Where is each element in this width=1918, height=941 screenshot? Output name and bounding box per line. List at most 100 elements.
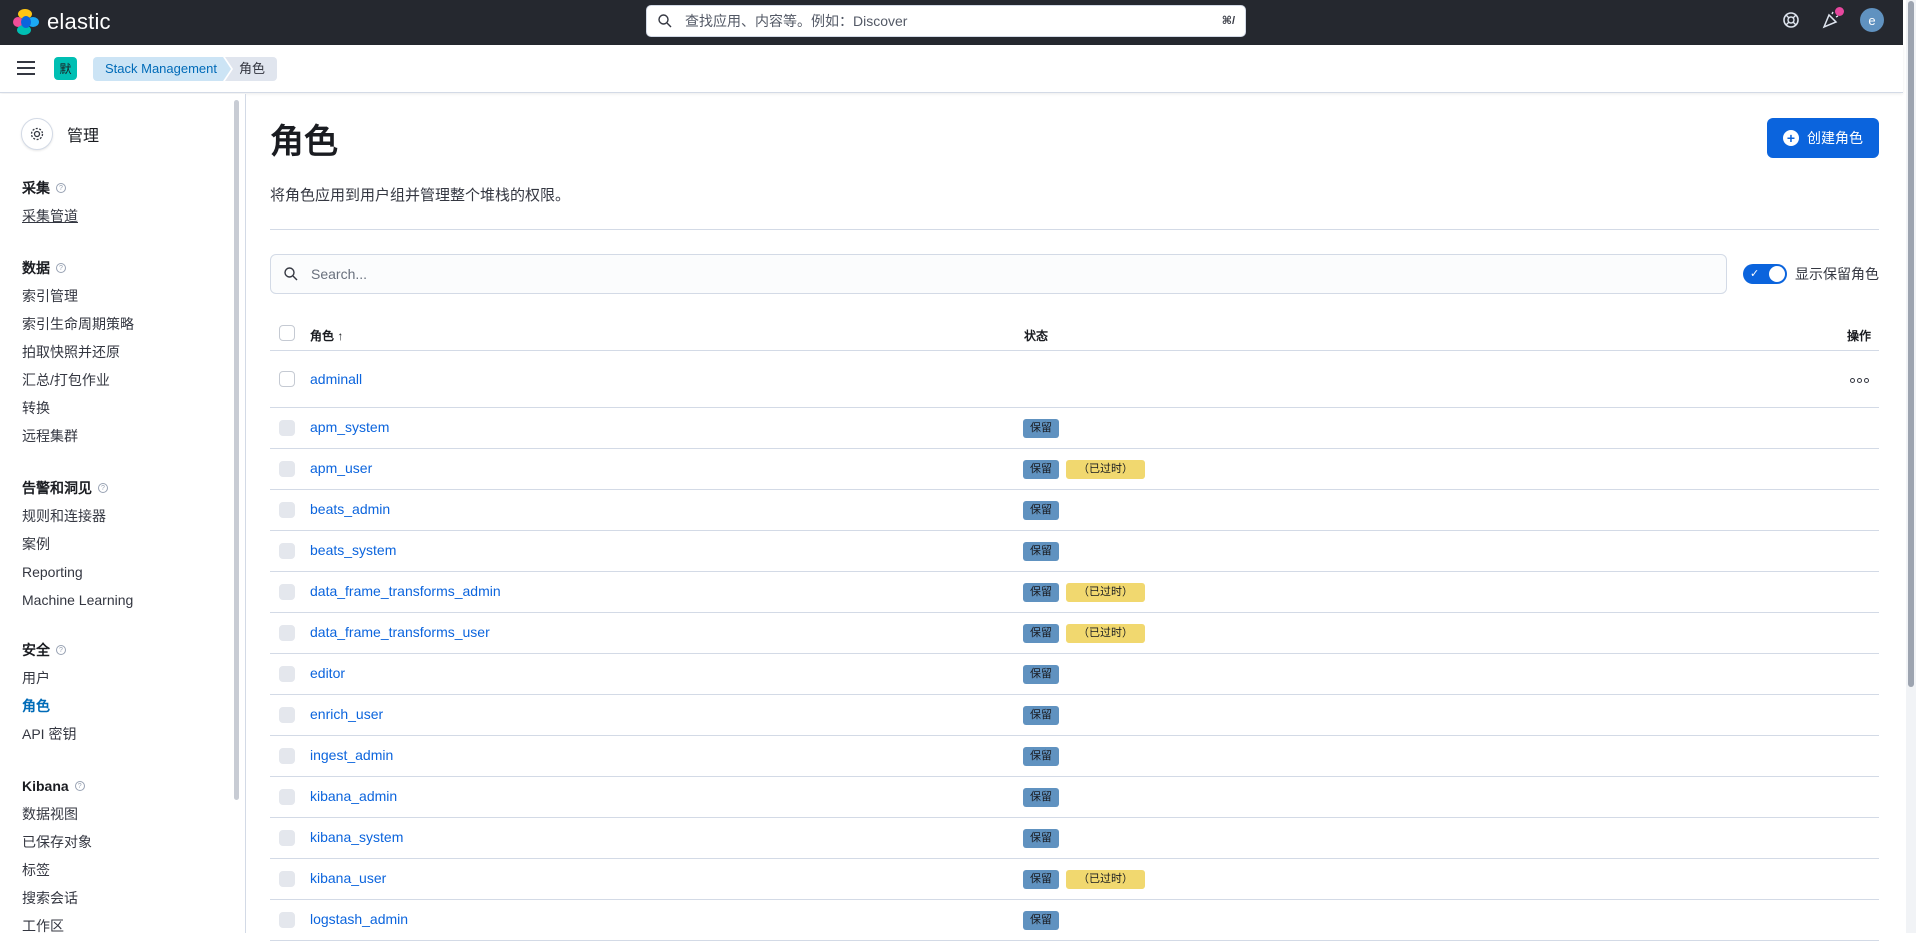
- page-scrollbar-thumb[interactable]: [1908, 1, 1914, 687]
- column-role[interactable]: 角色 ↑: [310, 327, 343, 344]
- table-row: enrich_user 保留: [270, 695, 1879, 736]
- help-button[interactable]: [1780, 9, 1802, 31]
- global-search[interactable]: 查找应用、内容等。例如：Discover ⌘/: [646, 5, 1246, 37]
- breadcrumb-stack-management[interactable]: Stack Management: [93, 57, 231, 81]
- role-name-link[interactable]: kibana_admin: [310, 788, 397, 804]
- nav-group-kibana: Kibana? 数据视图 已保存对象 标签 搜索会话 工作区: [22, 776, 92, 933]
- management-sidebar: 管理 采集? 采集管道 数据? 索引管理 索引生命周期策略 拍取快照并还原 汇总…: [0, 94, 246, 933]
- row-checkbox: [279, 420, 295, 436]
- help-icon: ?: [56, 183, 66, 193]
- role-name-link[interactable]: apm_system: [310, 419, 389, 435]
- select-all-checkbox[interactable]: [279, 325, 295, 341]
- table-row: logstash_admin 保留: [270, 900, 1879, 941]
- gear-icon: [21, 118, 53, 150]
- show-reserved-toggle[interactable]: ✓ 显示保留角色: [1743, 264, 1879, 284]
- table-row: adminall: [270, 351, 1879, 408]
- sidebar-title: 管理: [67, 128, 100, 145]
- notification-dot: [1835, 7, 1844, 16]
- menu-toggle-icon[interactable]: [17, 61, 35, 75]
- page-description: 将角色应用到用户组并管理整个堆栈的权限。: [270, 187, 571, 204]
- sidebar-item-api-keys[interactable]: API 密钥: [22, 720, 76, 748]
- row-checkbox[interactable]: [279, 371, 295, 387]
- role-name-link[interactable]: beats_admin: [310, 501, 390, 517]
- toggle-switch[interactable]: ✓: [1743, 264, 1787, 284]
- sidebar-scrollbar[interactable]: [234, 100, 239, 800]
- status-badges: 保留: [1023, 706, 1059, 725]
- create-role-button[interactable]: + 创建角色: [1767, 118, 1879, 158]
- deprecated-badge: （已过时）: [1066, 583, 1145, 602]
- reserved-badge: 保留: [1023, 706, 1059, 725]
- space-selector[interactable]: 默: [54, 57, 77, 80]
- user-avatar[interactable]: e: [1860, 8, 1884, 32]
- plus-icon: +: [1783, 130, 1799, 146]
- role-name-link[interactable]: logstash_admin: [310, 911, 408, 927]
- sidebar-item-roles[interactable]: 角色: [22, 692, 76, 720]
- table-row: beats_admin 保留: [270, 490, 1879, 531]
- row-checkbox: [279, 543, 295, 559]
- sidebar-item-search-sessions[interactable]: 搜索会话: [22, 884, 92, 912]
- sidebar-item-index-management[interactable]: 索引管理: [22, 282, 134, 310]
- reserved-badge: 保留: [1023, 788, 1059, 807]
- role-name-link[interactable]: apm_user: [310, 460, 372, 476]
- sidebar-item-ilm-policies[interactable]: 索引生命周期策略: [22, 310, 134, 338]
- role-name-link[interactable]: kibana_system: [310, 829, 403, 845]
- status-badges: 保留 （已过时）: [1023, 870, 1145, 889]
- elastic-logo-icon: [13, 9, 39, 35]
- role-name-link[interactable]: data_frame_transforms_user: [310, 624, 490, 640]
- sidebar-item-reporting[interactable]: Reporting: [22, 558, 133, 586]
- sidebar-item-rollup-jobs[interactable]: 汇总/打包作业: [22, 366, 134, 394]
- roles-search-input[interactable]: Search...: [270, 254, 1727, 294]
- table-row: ingest_admin 保留: [270, 736, 1879, 777]
- row-checkbox: [279, 707, 295, 723]
- page-scrollbar[interactable]: [1906, 0, 1916, 933]
- sidebar-item-machine-learning[interactable]: Machine Learning: [22, 586, 133, 614]
- table-row: data_frame_transforms_admin 保留 （已过时）: [270, 572, 1879, 613]
- role-name-link[interactable]: enrich_user: [310, 706, 383, 722]
- deprecated-badge: （已过时）: [1066, 870, 1145, 889]
- sidebar-item-cases[interactable]: 案例: [22, 530, 133, 558]
- help-icon: [1783, 12, 1799, 28]
- sidebar-item-snapshot-restore[interactable]: 拍取快照并还原: [22, 338, 134, 366]
- sidebar-item-ingest-pipelines[interactable]: 采集管道: [22, 202, 78, 230]
- role-name-link[interactable]: editor: [310, 665, 345, 681]
- sidebar-item-remote-clusters[interactable]: 远程集群: [22, 422, 134, 450]
- reserved-badge: 保留: [1023, 583, 1059, 602]
- sidebar-item-data-views[interactable]: 数据视图: [22, 800, 92, 828]
- news-feed-button[interactable]: [1820, 7, 1844, 31]
- sidebar-item-transforms[interactable]: 转换: [22, 394, 134, 422]
- row-checkbox: [279, 830, 295, 846]
- role-name-link[interactable]: kibana_user: [310, 870, 386, 886]
- nav-group-data: 数据? 索引管理 索引生命周期策略 拍取快照并还原 汇总/打包作业 转换 远程集…: [22, 258, 134, 450]
- status-badges: 保留 （已过时）: [1023, 460, 1145, 479]
- sidebar-item-saved-objects[interactable]: 已保存对象: [22, 828, 92, 856]
- role-name-link[interactable]: ingest_admin: [310, 747, 393, 763]
- status-badges: 保留: [1023, 747, 1059, 766]
- sidebar-item-tags[interactable]: 标签: [22, 856, 92, 884]
- reserved-badge: 保留: [1023, 542, 1059, 561]
- status-badges: 保留: [1023, 542, 1059, 561]
- help-icon: ?: [74, 781, 85, 791]
- status-badges: 保留: [1023, 829, 1059, 848]
- more-actions-icon[interactable]: [1850, 378, 1869, 383]
- role-name-link[interactable]: adminall: [310, 371, 362, 387]
- page-title: 角色: [270, 123, 338, 161]
- table-row: kibana_user 保留 （已过时）: [270, 859, 1879, 900]
- breadcrumb-bar: 默 Stack Management 角色: [0, 45, 1903, 93]
- check-icon: ✓: [1750, 268, 1760, 280]
- create-role-label: 创建角色: [1807, 130, 1863, 146]
- role-name-link[interactable]: data_frame_transforms_admin: [310, 583, 501, 599]
- row-checkbox: [279, 871, 295, 887]
- status-badges: 保留: [1023, 501, 1059, 520]
- reserved-badge: 保留: [1023, 501, 1059, 520]
- table-row: kibana_admin 保留: [270, 777, 1879, 818]
- table-row: kibana_system 保留: [270, 818, 1879, 859]
- sidebar-item-rules-connectors[interactable]: 规则和连接器: [22, 502, 133, 530]
- row-checkbox: [279, 789, 295, 805]
- table-row: data_frame_transforms_user 保留 （已过时）: [270, 613, 1879, 654]
- role-name-link[interactable]: beats_system: [310, 542, 396, 558]
- elastic-logo[interactable]: elastic: [13, 9, 111, 35]
- sidebar-item-users[interactable]: 用户: [22, 664, 76, 692]
- global-search-placeholder: 查找应用、内容等。例如：Discover: [685, 13, 908, 29]
- sidebar-item-workspaces[interactable]: 工作区: [22, 912, 92, 933]
- table-row: editor 保留: [270, 654, 1879, 695]
